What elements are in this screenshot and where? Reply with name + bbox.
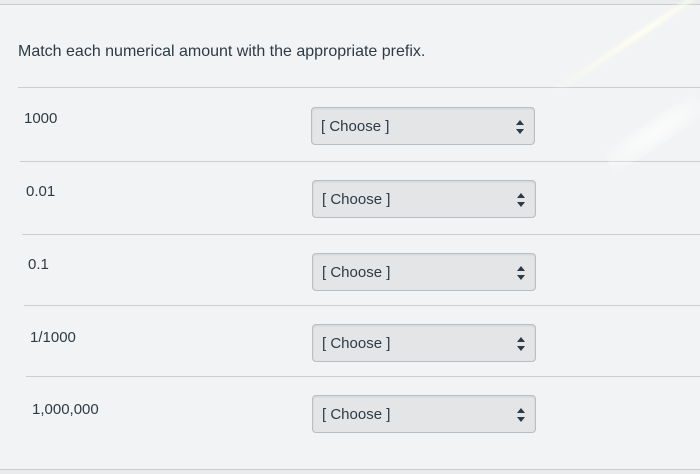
select-value: [ Choose ]	[321, 118, 390, 135]
divider	[22, 234, 700, 235]
question-card: Match each numerical amount with the app…	[0, 4, 700, 470]
select-value: [ Choose ]	[322, 335, 391, 352]
answer-label: 1/1000	[30, 329, 76, 346]
prefix-select[interactable]: [ Choose ]	[311, 107, 535, 145]
select-value: [ Choose ]	[322, 264, 391, 281]
divider	[18, 87, 700, 88]
prefix-select[interactable]: [ Choose ]	[312, 324, 536, 362]
question-prompt: Match each numerical amount with the app…	[18, 43, 426, 60]
divider	[24, 305, 700, 306]
select-value: [ Choose ]	[322, 191, 391, 208]
answer-label: 1,000,000	[32, 401, 99, 418]
prefix-select[interactable]: [ Choose ]	[312, 395, 536, 433]
answer-label: 1000	[24, 110, 58, 127]
divider	[26, 376, 700, 377]
select-value: [ Choose ]	[322, 406, 391, 423]
up-down-arrows-icon	[517, 408, 525, 422]
answer-label: 0.1	[28, 256, 49, 273]
prefix-select[interactable]: [ Choose ]	[312, 253, 536, 291]
up-down-arrows-icon	[517, 266, 525, 280]
up-down-arrows-icon	[516, 120, 524, 134]
divider	[20, 161, 700, 162]
up-down-arrows-icon	[517, 193, 525, 207]
answer-label: 0.01	[26, 183, 56, 200]
prefix-select[interactable]: [ Choose ]	[312, 180, 536, 218]
up-down-arrows-icon	[517, 337, 525, 351]
